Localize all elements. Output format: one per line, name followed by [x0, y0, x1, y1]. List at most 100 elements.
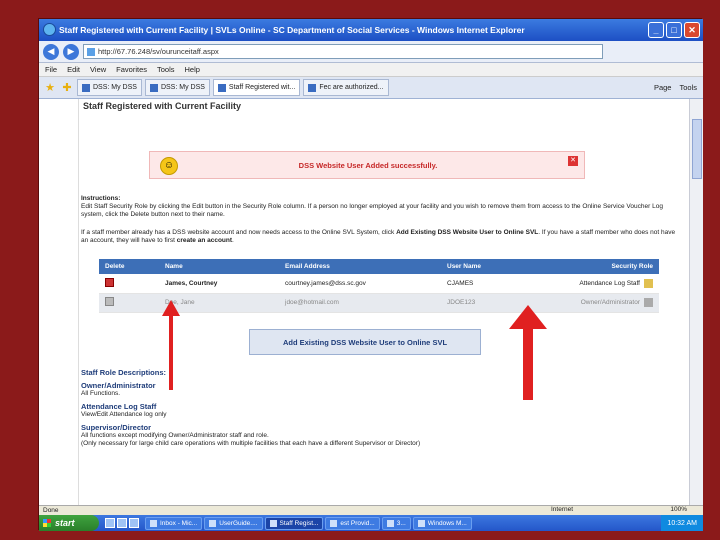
window-title: Staff Registered with Current Facility |… [59, 25, 525, 35]
close-message-icon[interactable]: ✕ [568, 156, 578, 166]
role-label: Attendance Log Staff [579, 279, 640, 287]
task-label: UserGuide.... [219, 519, 258, 527]
add-favorite-icon[interactable]: ✚ [60, 81, 74, 94]
col-email: Email Address [279, 259, 441, 274]
instructions-line1: Edit Staff Security Role by clicking the… [81, 203, 663, 218]
role-cell: Owner/Administrator [541, 293, 659, 313]
security-zone: Internet [551, 506, 574, 513]
menu-tools[interactable]: Tools [157, 65, 175, 74]
back-button[interactable]: ◀ [43, 43, 59, 60]
role-description: View/Edit Attendance log only [81, 411, 167, 418]
clock[interactable]: 10:32 AM [667, 520, 697, 527]
app-icon [330, 519, 338, 527]
url-input[interactable]: http://67.76.248/sv/ourunceitaff.aspx [83, 44, 603, 59]
task-label: Inbox - Mic... [160, 519, 198, 527]
delete-icon [105, 297, 114, 306]
left-margin [39, 99, 79, 505]
role-description: All Functions. [81, 390, 121, 397]
app-icon [386, 519, 394, 527]
role-section-title: Staff Role Descriptions: [81, 369, 166, 378]
staff-table: Delete Name Email Address User Name Secu… [99, 259, 659, 313]
app-icon [269, 519, 277, 527]
edit-role-icon [644, 298, 653, 307]
role-owner: Owner/Administrator All Functions. [81, 382, 156, 398]
instructions-heading: Instructions: [81, 195, 121, 202]
instructions-title: Instructions: [81, 195, 681, 203]
task-inbox[interactable]: Inbox - Mic... [145, 516, 203, 530]
close-button[interactable]: ✕ [684, 22, 700, 38]
task-label: Windows M... [427, 519, 467, 527]
task-provider[interactable]: est Provid... [325, 516, 380, 530]
tab-label: Fec are authorized... [319, 84, 384, 91]
scrollbar-thumb[interactable] [692, 119, 702, 179]
desktop-quicklaunch-icon[interactable] [117, 518, 127, 528]
role-section-heading: Staff Role Descriptions: [81, 368, 167, 377]
task-windows-media[interactable]: Windows M... [412, 516, 472, 530]
role-title: Owner/Administrator [81, 381, 156, 390]
app-icon [150, 519, 157, 527]
role-title: Supervisor/Director [81, 423, 152, 432]
delete-cell [99, 274, 159, 294]
forward-button[interactable]: ▶ [63, 43, 79, 60]
page-icon [308, 83, 317, 92]
outlook-quicklaunch-icon[interactable] [129, 518, 139, 528]
page-icon [82, 83, 90, 92]
app-icon [209, 519, 217, 527]
zoom-level[interactable]: 100% [670, 506, 687, 513]
window-titlebar: Staff Registered with Current Facility |… [39, 19, 703, 41]
task-staff-registered[interactable]: Staff Regist... [264, 516, 324, 530]
tab-dss-1[interactable]: DSS: My DSS [77, 79, 142, 96]
minimize-button[interactable]: _ [648, 22, 664, 38]
menu-help[interactable]: Help [185, 65, 200, 74]
create-account-link[interactable]: create an account [177, 237, 232, 244]
status-bar: Done Internet 100% [39, 505, 703, 515]
table-header-row: Delete Name Email Address User Name Secu… [99, 259, 659, 274]
delete-icon[interactable] [105, 277, 114, 287]
email-cell: jdoe@hotmail.com [279, 293, 441, 313]
tools-menu[interactable]: Tools [679, 83, 697, 92]
maximize-button[interactable]: □ [666, 22, 682, 38]
arrow-head [162, 300, 180, 316]
success-message: DSS Website User Added successfully. [298, 161, 438, 170]
add-existing-link[interactable]: Add Existing DSS Website User to Online … [396, 229, 538, 236]
role-attendance: Attendance Log Staff View/Edit Attendanc… [81, 403, 167, 419]
start-button[interactable]: start [39, 515, 99, 531]
arrow-shaft [169, 315, 173, 390]
status-text: Done [43, 507, 59, 514]
address-bar: ◀ ▶ http://67.76.248/sv/ourunceitaff.asp… [39, 41, 703, 63]
role-description: All functions except modifying Owner/Adm… [81, 432, 269, 439]
tab-staff-registered[interactable]: Staff Registered wit... [212, 79, 301, 96]
tab-dss-2[interactable]: DSS: My DSS [144, 79, 210, 96]
tab-label: Staff Registered wit... [228, 84, 296, 91]
menu-view[interactable]: View [90, 65, 106, 74]
ie-quicklaunch-icon[interactable] [105, 518, 115, 528]
edit-role-icon[interactable] [644, 278, 653, 288]
task-label: Staff Regist... [279, 519, 319, 527]
delete-cell [99, 293, 159, 313]
task-label: est Provid... [340, 519, 375, 527]
tab-label: DSS: My DSS [93, 84, 137, 91]
quick-launch [101, 518, 143, 528]
add-existing-user-button[interactable]: Add Existing DSS Website User to Online … [249, 329, 481, 355]
menu-favorites[interactable]: Favorites [116, 65, 147, 74]
page-icon [149, 83, 158, 92]
role-supervisor: Supervisor/Director All functions except… [81, 424, 420, 448]
task-userguide[interactable]: UserGuide.... [204, 516, 263, 530]
tab-label: DSS: My DSS [160, 84, 205, 91]
windows-taskbar: start Inbox - Mic... UserGuide.... Staff… [39, 515, 703, 531]
menu-file[interactable]: File [45, 65, 57, 74]
task-group[interactable]: 3... [381, 516, 411, 530]
arrow-shaft [523, 328, 533, 400]
annotation-arrow-right [509, 305, 547, 400]
name-cell: James, Courtney [159, 274, 279, 294]
tab-authorized[interactable]: Fec are authorized... [303, 79, 389, 96]
vertical-scrollbar[interactable] [689, 99, 703, 505]
menu-edit[interactable]: Edit [67, 65, 80, 74]
success-message-box: ☺ DSS Website User Added successfully. ✕ [149, 151, 585, 179]
ie-logo-icon [43, 23, 56, 36]
arrow-head [509, 305, 547, 329]
favorites-star-icon[interactable]: ★ [43, 81, 57, 94]
page-menu[interactable]: Page [654, 83, 672, 92]
task-label: 3... [396, 519, 406, 527]
page-icon [217, 83, 226, 92]
